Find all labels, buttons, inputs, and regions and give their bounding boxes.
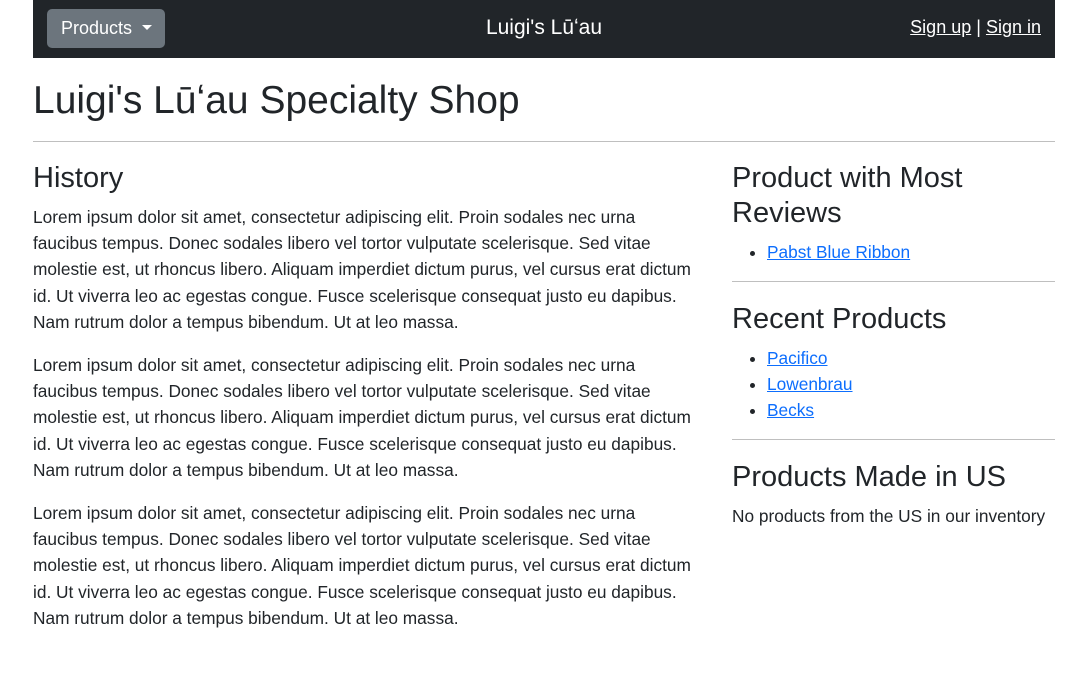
products-dropdown-label: Products xyxy=(61,18,133,38)
navbar-brand-wrapper: Luigi's Lūʻau xyxy=(33,16,1055,40)
caret-down-icon xyxy=(142,25,153,30)
navbar-brand[interactable]: Luigi's Lūʻau xyxy=(486,16,602,39)
auth-links: Sign up | Sign in xyxy=(910,17,1041,38)
list-item: Lowenbrau xyxy=(767,371,1055,397)
history-paragraph: Lorem ipsum dolor sit amet, consectetur … xyxy=(33,207,691,332)
navbar: Products Luigi's Lūʻau Sign up | Sign in xyxy=(33,0,1055,58)
list-item: Pabst Blue Ribbon xyxy=(767,239,1055,265)
most-reviews-list: Pabst Blue Ribbon xyxy=(732,239,1055,265)
sidebar-divider xyxy=(732,439,1055,440)
product-link-pacifico[interactable]: Pacifico xyxy=(767,348,828,368)
history-section: History Lorem ipsum dolor sit amet, cons… xyxy=(33,161,698,648)
recent-products-list: Pacifico Lowenbrau Becks xyxy=(732,345,1055,423)
products-dropdown-button[interactable]: Products xyxy=(47,9,165,48)
sign-in-link[interactable]: Sign in xyxy=(986,17,1041,37)
sidebar: Product with Most Reviews Pabst Blue Rib… xyxy=(732,161,1055,648)
content-row: History Lorem ipsum dolor sit amet, cons… xyxy=(33,161,1055,648)
made-in-us-heading: Products Made in US xyxy=(732,461,1007,493)
page-title: Luigi's Lūʻau Specialty Shop xyxy=(33,79,520,122)
product-link-pabst-blue-ribbon[interactable]: Pabst Blue Ribbon xyxy=(767,242,910,262)
history-heading: History xyxy=(33,162,124,194)
recent-products-heading: Recent Products xyxy=(732,303,947,335)
sign-up-link[interactable]: Sign up xyxy=(910,17,971,37)
sidebar-divider xyxy=(732,281,1055,282)
product-link-lowenbrau[interactable]: Lowenbrau xyxy=(767,374,853,394)
list-item: Becks xyxy=(767,397,1055,423)
most-reviews-heading: Product with Most Reviews xyxy=(732,162,963,229)
product-link-becks[interactable]: Becks xyxy=(767,400,814,420)
page-container: Products Luigi's Lūʻau Sign up | Sign in… xyxy=(33,0,1055,648)
list-item: Pacifico xyxy=(767,345,1055,371)
title-divider xyxy=(33,141,1055,142)
history-paragraph: Lorem ipsum dolor sit amet, consectetur … xyxy=(33,355,691,480)
auth-separator: | xyxy=(976,17,981,37)
made-in-us-empty-text: No products from the US in our inventory xyxy=(732,506,1046,526)
history-paragraph: Lorem ipsum dolor sit amet, consectetur … xyxy=(33,503,691,628)
